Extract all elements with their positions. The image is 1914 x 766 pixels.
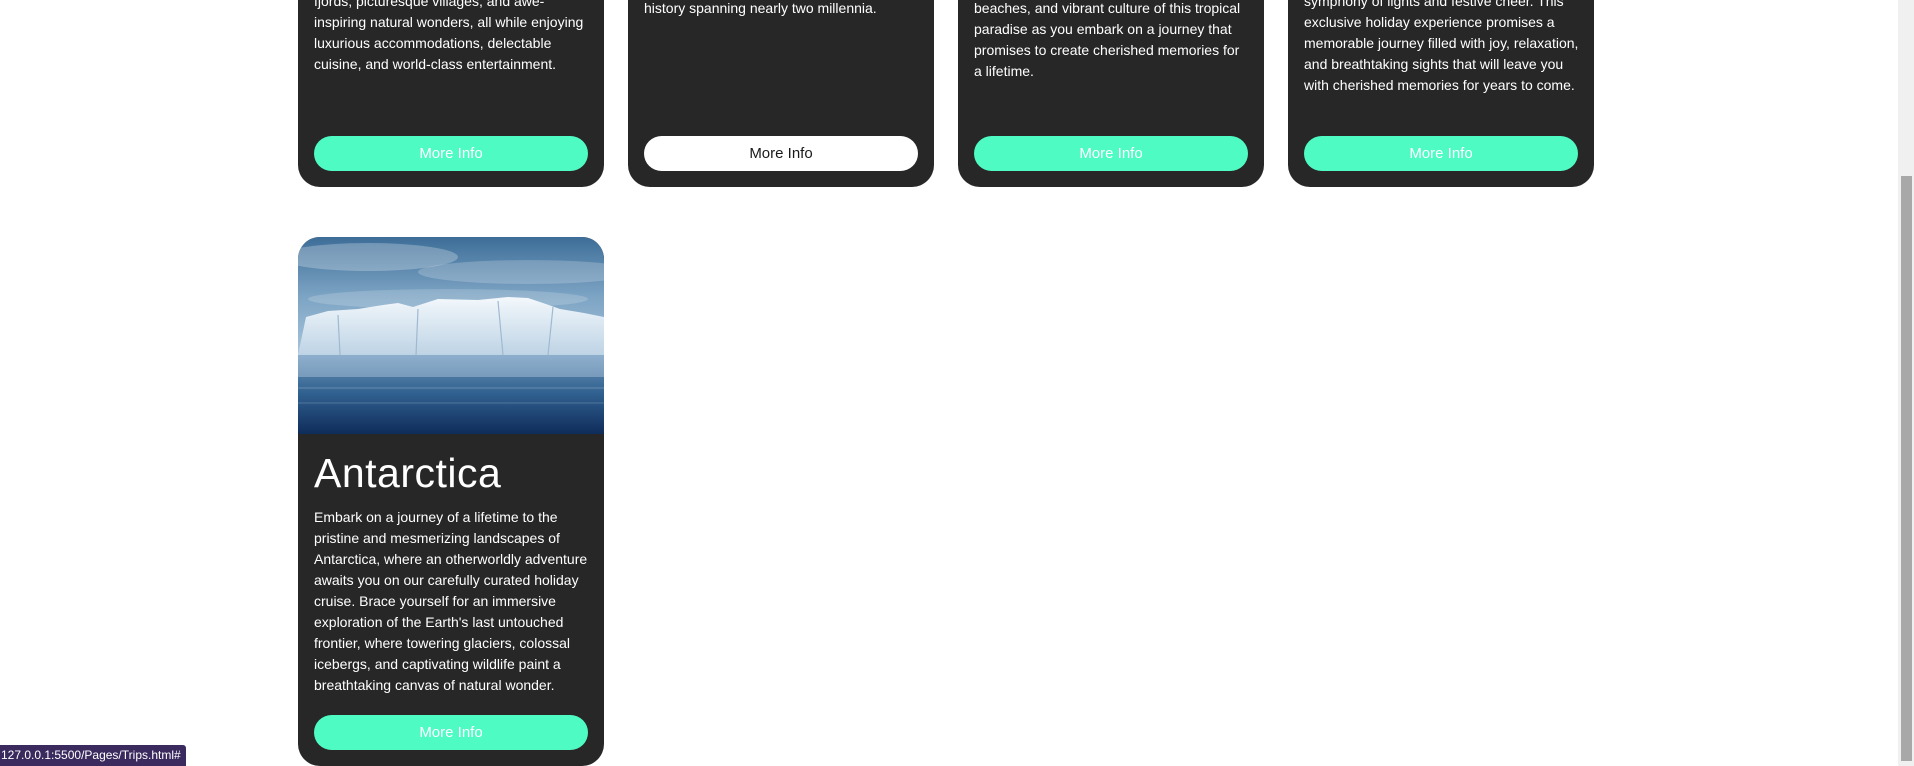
scrollbar-thumb[interactable] xyxy=(1901,176,1912,761)
trip-card-title: Antarctica xyxy=(314,450,502,496)
trip-card-description: fjords, picturesque villages, and awe-in… xyxy=(314,0,584,72)
trip-card-4: symphony of lights and festive cheer. Th… xyxy=(1288,0,1594,187)
trip-card-1: fjords, picturesque villages, and awe-in… xyxy=(298,0,604,187)
page-viewport: fjords, picturesque villages, and awe-in… xyxy=(0,0,1898,766)
trip-card-description: symphony of lights and festive cheer. Th… xyxy=(1304,0,1579,93)
trip-card-description: history spanning nearly two millennia. xyxy=(644,0,877,16)
trip-card-2: history spanning nearly two millennia. M… xyxy=(628,0,934,187)
trip-card-3: beaches, and vibrant culture of this tro… xyxy=(958,0,1264,187)
status-bar-url: 127.0.0.1:5500/Pages/Trips.html# xyxy=(0,745,186,766)
more-info-button[interactable]: More Info xyxy=(314,715,588,750)
trip-card-antarctica: Antarctica Embark on a journey of a life… xyxy=(298,237,604,766)
more-info-button[interactable]: More Info xyxy=(314,136,588,171)
more-info-button[interactable]: More Info xyxy=(1304,136,1578,171)
trip-card-description: Embark on a journey of a lifetime to the… xyxy=(314,509,588,693)
antarctica-iceberg-image xyxy=(298,237,604,434)
trip-card-description: beaches, and vibrant culture of this tro… xyxy=(974,0,1241,79)
more-info-button[interactable]: More Info xyxy=(974,136,1248,171)
more-info-button[interactable]: More Info xyxy=(644,136,918,171)
